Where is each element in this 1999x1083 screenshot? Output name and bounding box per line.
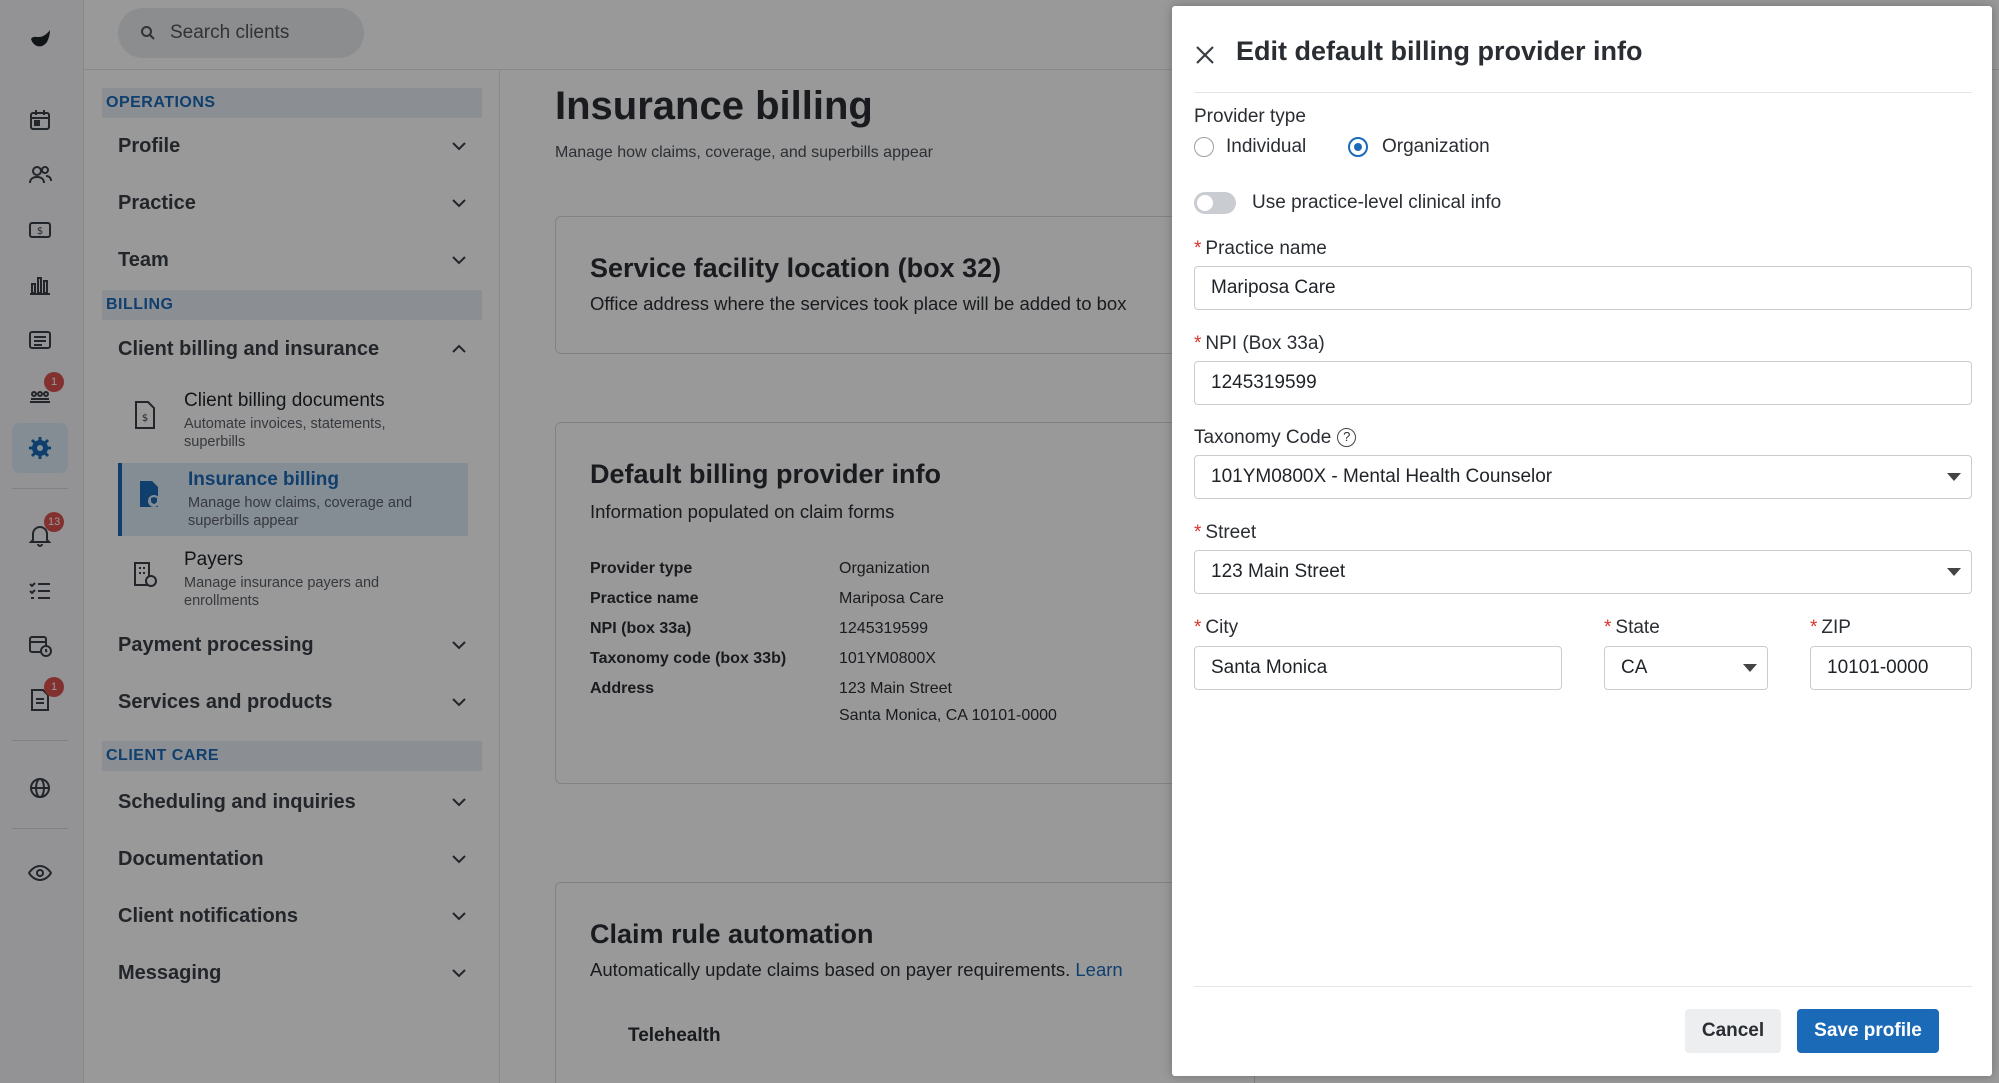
required-marker: * xyxy=(1810,617,1818,638)
npi-label: * NPI (Box 33a) xyxy=(1194,333,1325,355)
radio-individual-label[interactable]: Individual xyxy=(1226,136,1306,158)
street-value: 123 Main Street xyxy=(1211,561,1346,582)
state-label-text: State xyxy=(1615,617,1660,638)
npi-label-text: NPI (Box 33a) xyxy=(1205,333,1325,354)
practice-name-label: * Practice name xyxy=(1194,238,1327,260)
state-value: CA xyxy=(1621,657,1648,678)
dropdown-caret-icon xyxy=(1743,664,1757,672)
taxonomy-label-text: Taxonomy Code xyxy=(1194,427,1332,448)
radio-organization[interactable] xyxy=(1348,137,1368,157)
practice-name-label-text: Practice name xyxy=(1205,238,1327,259)
npi-field[interactable]: 1245319599 xyxy=(1194,361,1972,405)
taxonomy-select[interactable]: 101YM0800X - Mental Health Counselor xyxy=(1194,455,1972,499)
help-icon[interactable]: ? xyxy=(1337,428,1357,448)
street-label: * Street xyxy=(1194,522,1256,544)
cancel-button[interactable]: Cancel xyxy=(1685,1009,1781,1053)
provider-type-label: Provider type xyxy=(1194,106,1306,127)
zip-field[interactable]: 10101-0000 xyxy=(1810,646,1972,690)
taxonomy-value: 101YM0800X - Mental Health Counselor xyxy=(1211,466,1553,487)
city-field[interactable]: Santa Monica xyxy=(1194,646,1562,690)
edit-billing-drawer: Edit default billing provider info Provi… xyxy=(1172,6,1992,1076)
toggle-label: Use practice-level clinical info xyxy=(1252,192,1502,213)
taxonomy-label: Taxonomy Code? xyxy=(1194,427,1357,449)
divider xyxy=(1194,986,1972,987)
street-label-text: Street xyxy=(1205,522,1257,543)
state-label: * State xyxy=(1604,617,1660,639)
state-select[interactable]: CA xyxy=(1604,646,1768,690)
dropdown-caret-icon xyxy=(1947,568,1961,576)
required-marker: * xyxy=(1604,617,1612,638)
radio-individual[interactable] xyxy=(1194,137,1214,157)
dropdown-caret-icon xyxy=(1947,473,1961,481)
required-marker: * xyxy=(1194,617,1202,638)
zip-label-text: ZIP xyxy=(1821,617,1851,638)
npi-value: 1245319599 xyxy=(1211,372,1317,393)
city-value: Santa Monica xyxy=(1211,657,1328,678)
save-profile-button[interactable]: Save profile xyxy=(1797,1009,1939,1053)
street-select[interactable]: 123 Main Street xyxy=(1194,550,1972,594)
close-icon[interactable] xyxy=(1192,42,1218,68)
required-marker: * xyxy=(1194,522,1202,543)
divider xyxy=(1194,92,1972,93)
drawer-title: Edit default billing provider info xyxy=(1236,36,1643,66)
practice-name-field[interactable]: Mariposa Care xyxy=(1194,266,1972,310)
city-label: * City xyxy=(1194,617,1238,639)
required-marker: * xyxy=(1194,238,1202,259)
city-label-text: City xyxy=(1205,617,1239,638)
zip-value: 10101-0000 xyxy=(1827,657,1929,678)
required-marker: * xyxy=(1194,333,1202,354)
practice-level-toggle[interactable] xyxy=(1194,192,1236,214)
practice-name-value: Mariposa Care xyxy=(1211,277,1336,298)
zip-label: * ZIP xyxy=(1810,617,1851,639)
radio-organization-label[interactable]: Organization xyxy=(1382,136,1490,158)
